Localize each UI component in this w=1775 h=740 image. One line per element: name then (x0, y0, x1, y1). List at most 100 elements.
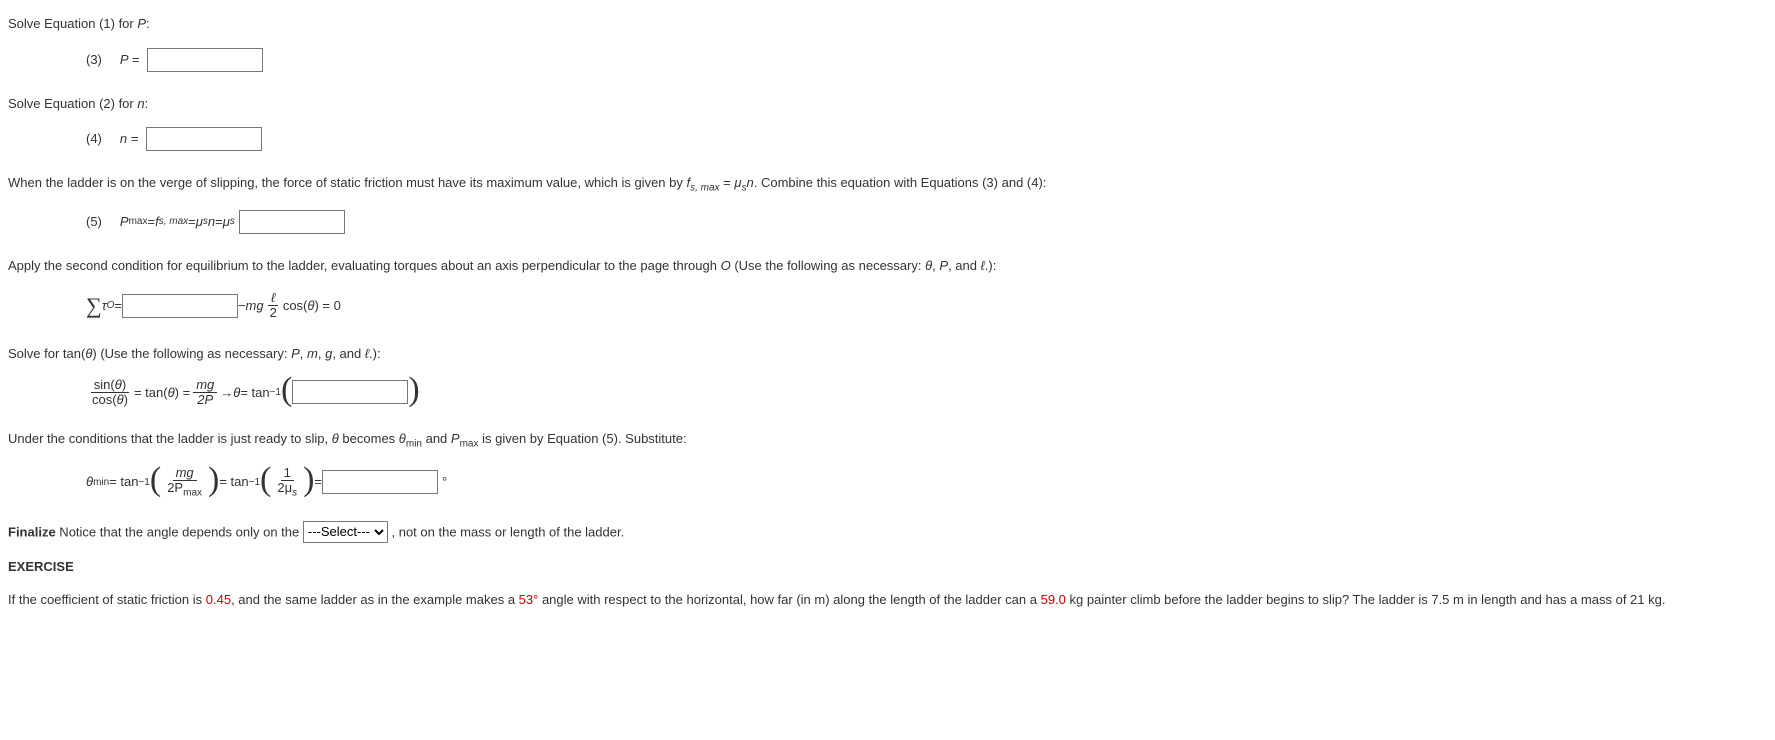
var-theta: θ (399, 431, 406, 446)
text: , (318, 346, 325, 361)
eq: = (314, 472, 322, 492)
var-m: m (307, 346, 318, 361)
finalize-row: Finalize Notice that the angle depends o… (8, 521, 1767, 543)
eq: = (215, 212, 223, 232)
denominator: 2μs (274, 481, 300, 499)
equation-3: (3) P = (86, 48, 1767, 72)
numerator: mg (173, 466, 197, 481)
var-n: n (208, 212, 215, 232)
answer-input-tan[interactable] (292, 380, 408, 404)
eq: = (188, 212, 196, 232)
eq: = (147, 212, 155, 232)
var-n: n (137, 96, 144, 111)
text: If the coefficient of static friction is (8, 592, 206, 607)
numerator: mg (193, 378, 217, 393)
equation-torque: ∑ τO = − mg ℓ 2 cos(θ) = 0 (86, 289, 1767, 322)
var-p: P (451, 431, 460, 446)
var-o: O (721, 258, 731, 273)
text: and (422, 431, 451, 446)
sigma-icon: ∑ (86, 289, 102, 322)
minus: − (238, 296, 246, 316)
text: , and (948, 258, 981, 273)
exercise-text: If the coefficient of static friction is… (8, 590, 1767, 610)
var-p: P (939, 258, 948, 273)
text: . Combine this equation with Equations (… (754, 175, 1047, 190)
text: is given by Equation (5). Substitute: (478, 431, 686, 446)
text: .): (369, 346, 381, 361)
text: When the ladder is on the verge of slipp… (8, 175, 686, 190)
text: , and the same ladder as in the example … (231, 592, 519, 607)
eq-number: (4) (86, 129, 102, 149)
equation-theta-min: θmin = tan−1 ( mg 2Pmax ) = tan−1 ( 1 2μ… (86, 466, 1767, 499)
text: ) = 0 (314, 296, 340, 316)
value-mu: 0.45 (206, 592, 231, 607)
lhs: n = (120, 129, 138, 149)
instruction-solve-tan: Solve for tan(θ) (Use the following as n… (8, 344, 1767, 364)
text: , (300, 346, 307, 361)
text: = tan (109, 472, 138, 492)
denominator: 2Pmax (164, 481, 205, 499)
cos: cos( (283, 296, 308, 316)
fraction: sin(θ) cos(θ) (89, 378, 131, 408)
fraction: ℓ 2 (267, 291, 280, 321)
answer-input-eq4[interactable] (146, 127, 262, 151)
fraction: mg 2P (193, 378, 217, 408)
text: = tan( (134, 383, 168, 403)
text: = (720, 175, 735, 190)
instruction-solve-for-p: Solve Equation (1) for P: (8, 14, 1767, 34)
var-mu: μ (196, 212, 203, 232)
eq-number: (3) (86, 50, 102, 70)
denominator: 2 (267, 306, 280, 320)
text: angle with respect to the horizontal, ho… (538, 592, 1040, 607)
answer-input-eq3[interactable] (147, 48, 263, 72)
answer-input-torque[interactable] (122, 294, 238, 318)
sub: min (406, 439, 422, 450)
finalize-select[interactable]: ---Select--- (303, 521, 388, 543)
eq-number: (5) (86, 212, 102, 232)
instruction-verge-slipping: When the ladder is on the verge of slipp… (8, 173, 1767, 196)
fraction: mg 2Pmax (164, 466, 205, 499)
fraction: 1 2μs (274, 466, 300, 499)
sub: max (129, 214, 148, 229)
sub: max (460, 439, 479, 450)
sub: min (93, 475, 109, 490)
var-theta: θ (307, 296, 314, 316)
sup: −1 (270, 385, 281, 400)
text: Apply the second condition for equilibri… (8, 258, 721, 273)
text: , not on the mass or length of the ladde… (392, 524, 625, 539)
sup: −1 (138, 475, 149, 490)
text: Solve for tan( (8, 346, 85, 361)
denominator: 2P (194, 393, 216, 407)
answer-input-eq5[interactable] (239, 210, 345, 234)
var-p: P (291, 346, 300, 361)
equation-4: (4) n = (86, 127, 1767, 151)
value-angle: 53° (519, 592, 539, 607)
text: Solve Equation (1) for (8, 16, 137, 31)
equation-5: (5) Pmax = fs, max = μsn = μs (86, 210, 1767, 234)
text: (Use the following as necessary: (731, 258, 925, 273)
denominator: cos(θ) (89, 393, 131, 407)
numerator: 1 (281, 466, 294, 481)
var-theta: θ (168, 383, 175, 403)
instruction-solve-for-n: Solve Equation (2) for n: (8, 94, 1767, 114)
sub: s, max (159, 214, 188, 229)
numerator: ℓ (268, 291, 278, 306)
text: ) = (175, 383, 191, 403)
text: Notice that the angle depends only on th… (56, 524, 303, 539)
sub: s, max (690, 183, 719, 194)
eq: = (114, 296, 122, 316)
answer-input-theta-min[interactable] (322, 470, 438, 494)
exercise-heading: EXERCISE (8, 557, 1767, 577)
var-mu: μ (734, 175, 741, 190)
text: Under the conditions that the ladder is … (8, 431, 332, 446)
text: : (146, 16, 150, 31)
var-theta: θ (332, 431, 339, 446)
var-theta: θ (233, 383, 240, 403)
text: : (145, 96, 149, 111)
sub: O (107, 298, 115, 313)
equation-tan: sin(θ) cos(θ) = tan(θ) = mg 2P → θ = tan… (86, 378, 1767, 408)
sub: s (230, 214, 235, 229)
var-n: n (747, 175, 754, 190)
text: = tan (240, 383, 269, 403)
text: .): (985, 258, 997, 273)
